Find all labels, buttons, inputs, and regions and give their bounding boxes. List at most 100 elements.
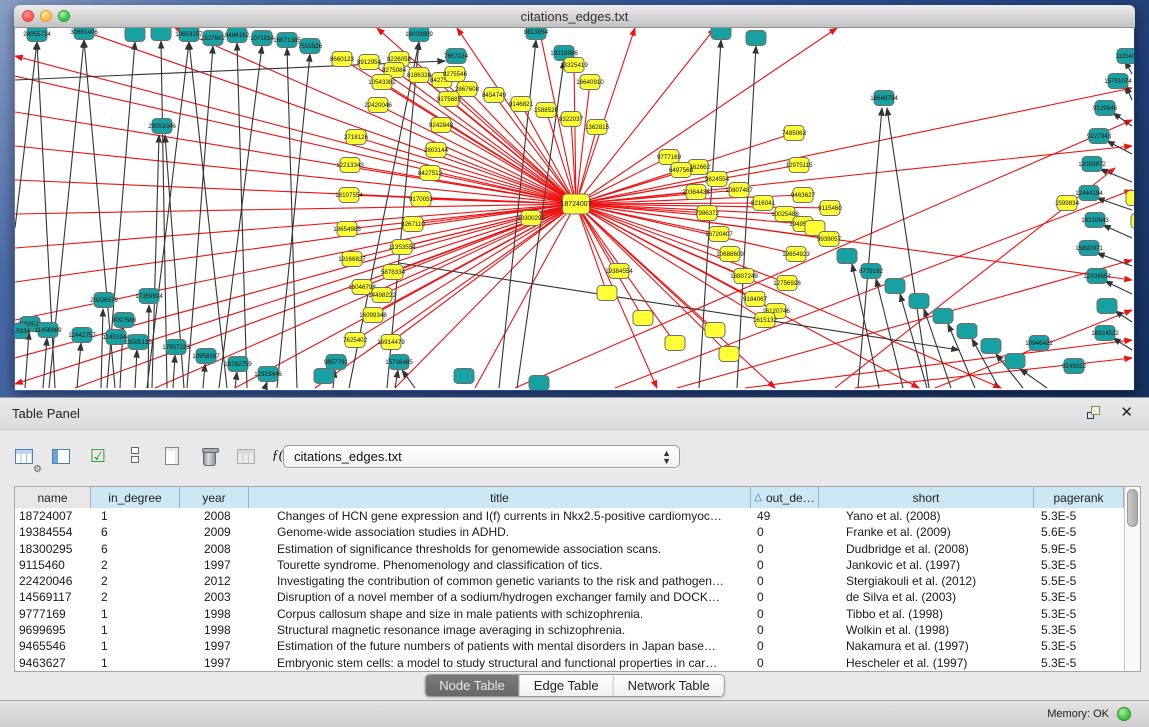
node-unlabeled[interactable]	[909, 294, 929, 309]
citation-edge-black[interactable]	[737, 46, 756, 388]
show-columns-icon[interactable]	[47, 442, 75, 470]
citation-edge-black[interactable]	[237, 43, 247, 388]
cell[interactable]: 0	[751, 638, 819, 654]
new-column-icon[interactable]	[158, 442, 186, 470]
tab-network-table[interactable]: Network Table	[614, 675, 724, 696]
citation-edge-black[interactable]	[287, 48, 297, 388]
node-1599834[interactable]: 1599834	[1055, 196, 1080, 211]
cell[interactable]: Estimation of the future numbers of pati…	[249, 638, 751, 654]
node-19166827[interactable]: 19166827	[338, 252, 366, 267]
node-1527602[interactable]: 1527602	[201, 31, 226, 46]
node-16210643[interactable]: 16210643	[1081, 213, 1109, 228]
node-unlabeled[interactable]	[933, 309, 953, 324]
node-10958167[interactable]: 10958167	[192, 349, 220, 364]
citation-edge-black[interactable]	[219, 46, 262, 388]
table-row[interactable]: 969969511998Structural magnetic resonanc…	[15, 622, 1125, 638]
cell[interactable]: 1998	[180, 622, 249, 638]
node-9463627[interactable]: 9463627	[791, 188, 816, 203]
citation-edge-red[interactable]	[356, 137, 576, 204]
node-20206576[interactable]: 20206576	[90, 293, 118, 308]
citation-edge-black[interactable]	[15, 42, 37, 228]
citation-edge-black[interactable]	[1105, 281, 1132, 294]
citation-edge-red[interactable]	[395, 204, 576, 388]
table-row[interactable]: 1456911722003Disruption of a novel membe…	[15, 589, 1125, 605]
node-15892971[interactable]: 15892971	[1075, 241, 1103, 256]
node-unlabeled[interactable]	[719, 347, 739, 362]
node-unlabeled[interactable]	[454, 369, 474, 384]
node-22420046[interactable]: 22420046	[364, 98, 392, 113]
node-9275685[interactable]: 9275685	[437, 92, 462, 107]
node-unlabeled[interactable]	[597, 286, 617, 301]
node-8660123[interactable]: 8660123	[330, 52, 355, 67]
cell[interactable]: 2	[91, 589, 180, 605]
node-unlabeled[interactable]	[981, 339, 1001, 354]
cell[interactable]: 0	[751, 655, 819, 671]
node-9275546[interactable]: 9275546	[443, 67, 468, 82]
node-unlabeled[interactable]	[665, 336, 685, 351]
cell[interactable]: 2008	[180, 508, 249, 524]
cell[interactable]: 9465546	[15, 638, 91, 654]
node-unlabeled[interactable]	[633, 311, 653, 326]
network-view-window[interactable]: citations_edges.txt 24055724306914061065…	[14, 5, 1135, 391]
tab-edge-table[interactable]: Edge Table	[520, 675, 614, 696]
column-header-out_de[interactable]: △out_de…	[751, 487, 819, 508]
cell[interactable]: 2	[91, 573, 180, 589]
node-16720407[interactable]: 16720407	[705, 227, 733, 242]
citation-edge-red[interactable]	[576, 82, 590, 204]
node-7625402[interactable]: 7625402	[343, 333, 368, 348]
node-2718126[interactable]: 2718126	[344, 130, 369, 145]
close-panel-icon[interactable]: ✕	[1120, 404, 1133, 422]
cell[interactable]: 9777169	[15, 606, 91, 622]
citation-edge-black[interactable]	[152, 135, 159, 388]
cell[interactable]: 2009	[180, 524, 249, 540]
citation-edge-black[interactable]	[277, 54, 310, 388]
node-16924522[interactable]: 16924522	[1091, 326, 1119, 341]
table-panel-titlebar[interactable]: Table Panel ✕	[0, 398, 1149, 430]
table-row[interactable]: 911546021997Tourette syndrome. Phenomeno…	[15, 557, 1125, 573]
citation-edge-black[interactable]	[173, 355, 175, 388]
scrollbar-thumb[interactable]	[1127, 489, 1138, 527]
node-unlabeled[interactable]	[1097, 299, 1117, 314]
node-1071914[interactable]: 1071914	[250, 31, 275, 46]
cell[interactable]: 5.9E-5	[1034, 541, 1124, 557]
cell[interactable]: 5.3E-5	[1034, 622, 1124, 638]
node-20364436[interactable]: 20364436	[682, 185, 710, 200]
node-30691406[interactable]: 30691406	[70, 28, 98, 40]
cell[interactable]: 18300295	[15, 541, 91, 557]
node-7515526[interactable]: 7515526	[298, 39, 323, 54]
node-8454749[interactable]: 8454749	[482, 88, 507, 103]
table-row[interactable]: 1872400712008Changes of HCN gene express…	[15, 508, 1125, 524]
cell[interactable]: de Silva et al. (2003)	[819, 589, 1034, 605]
cell[interactable]: Hescheler et al. (1997)	[819, 655, 1034, 671]
node-12923446[interactable]: 12923446	[254, 367, 282, 382]
node-1588520[interactable]: 1588520	[534, 103, 559, 118]
table-row[interactable]: 977716911998Corpus callosum shape and si…	[15, 606, 1125, 622]
citation-edge-black[interactable]	[1115, 311, 1132, 322]
node-unlabeled[interactable]	[711, 28, 731, 40]
node-unlabeled[interactable]	[151, 28, 171, 41]
cell[interactable]: 0	[751, 622, 819, 638]
node-14498222[interactable]: 14498222	[368, 288, 396, 303]
node-17957223[interactable]: 17957223	[162, 340, 190, 355]
cell[interactable]: 5.5E-5	[1034, 573, 1124, 589]
citation-edge-black[interactable]	[135, 350, 137, 388]
node-29053346[interactable]: 29053346	[148, 119, 176, 134]
cell[interactable]: Genome-wide association studies in ADHD.	[249, 524, 751, 540]
cell[interactable]: 0	[751, 589, 819, 605]
column-header-in_degree[interactable]: in_degree	[91, 487, 180, 508]
cell[interactable]: 0	[751, 573, 819, 589]
node-9242848[interactable]: 9242848	[429, 118, 454, 133]
node-11456869[interactable]: 11456869	[34, 323, 62, 338]
node-9170051[interactable]: 9170051	[409, 192, 434, 207]
node-9857791[interactable]: 9857791	[324, 355, 349, 370]
node-9097588[interactable]: 9097588	[112, 313, 137, 328]
node-8186328[interactable]: 8186328	[407, 68, 432, 83]
delete-column-icon[interactable]	[195, 442, 223, 470]
node-1362815[interactable]: 1362815	[585, 120, 610, 135]
node-1615132[interactable]: 1615132	[753, 313, 778, 328]
column-header-pagerank[interactable]: pagerank	[1034, 487, 1124, 508]
vertical-scrollbar[interactable]	[1124, 487, 1140, 671]
cell[interactable]: Changes of HCN gene expression and I(f) …	[249, 508, 751, 524]
cell[interactable]: 5.3E-5	[1034, 638, 1124, 654]
node-9824554[interactable]: 9824554	[705, 172, 730, 187]
